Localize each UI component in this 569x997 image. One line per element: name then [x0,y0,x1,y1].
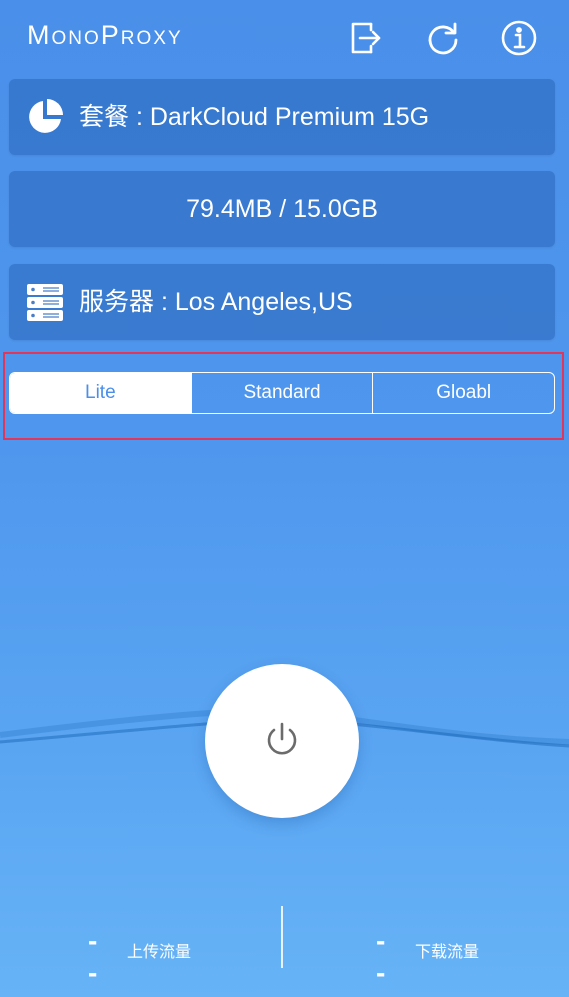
mode-option-standard[interactable]: Standard [190,373,373,413]
stats-divider [281,906,283,968]
power-icon [267,722,297,755]
download-value: -- [376,925,388,988]
upload-value: -- [88,925,100,988]
usage-text: 79.4MB / 15.0GB [186,195,378,223]
usage-card: 79.4MB / 15.0GB [9,171,555,247]
logout-icon[interactable] [347,18,387,58]
pie-chart-icon [25,97,65,137]
refresh-icon[interactable] [423,18,463,58]
plan-label: 套餐 : DarkCloud Premium 15G [79,103,430,131]
app-logo: MonoProxy [27,20,183,50]
mode-option-global[interactable]: Gloabl [372,373,554,413]
mode-segmented-control[interactable]: Lite Standard Gloabl [9,372,555,414]
mode-option-lite[interactable]: Lite [10,373,191,413]
power-button[interactable] [205,664,359,818]
server-label: 服务器 : Los Angeles,US [79,288,353,316]
top-bar: MonoProxy [0,0,569,78]
plan-card[interactable]: 套餐 : DarkCloud Premium 15G [9,79,555,155]
download-label: 下载流量 [415,944,480,961]
upload-label: 上传流量 [127,944,192,961]
info-icon[interactable] [499,18,539,58]
server-icon [25,282,65,322]
server-card[interactable]: 服务器 : Los Angeles,US [9,264,555,340]
